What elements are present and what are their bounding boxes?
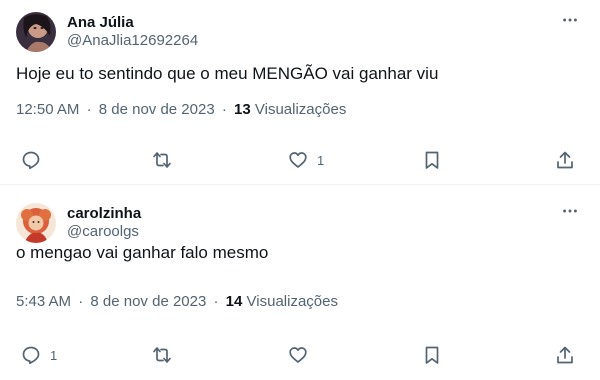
tweet-time[interactable]: 5:43 AM — [16, 293, 71, 310]
tweet-header: carolzinha @caroolgs — [16, 199, 141, 247]
bookmark-icon — [425, 151, 439, 169]
reply-button[interactable] — [21, 145, 50, 175]
like-button[interactable] — [288, 340, 317, 370]
tweet[interactable]: carolzinha @caroolgs o mengao vai ganhar… — [0, 185, 600, 380]
like-button[interactable]: 1 — [288, 145, 324, 175]
bookmark-icon — [425, 346, 439, 364]
meta-separator: · — [213, 293, 219, 310]
retweet-icon — [153, 152, 171, 168]
heart-icon — [289, 347, 307, 363]
meta-separator: · — [78, 293, 84, 310]
views-label: Visualizações — [246, 293, 338, 310]
reply-count: 1 — [50, 347, 58, 363]
user-handle[interactable]: @caroolgs — [67, 223, 141, 241]
tweet-actions: 1 — [0, 340, 600, 370]
heart-icon — [289, 152, 307, 168]
tweet-date[interactable]: 8 de nov de 2023 — [99, 101, 215, 118]
more-horizontal-icon[interactable] — [558, 10, 582, 30]
tweet[interactable]: Ana Júlia @AnaJlia12692264 Hoje eu to se… — [0, 0, 600, 185]
reply-button[interactable]: 1 — [21, 340, 57, 370]
share-button[interactable] — [555, 340, 575, 370]
retweet-icon — [153, 347, 171, 363]
reply-icon — [22, 346, 40, 365]
tweet-actions: 1 — [0, 145, 600, 175]
views-label: Visualizações — [254, 101, 347, 118]
avatar[interactable] — [16, 203, 56, 243]
tweet-header: Ana Júlia @AnaJlia12692264 — [16, 8, 198, 56]
more-horizontal-icon[interactable] — [558, 201, 582, 221]
reply-icon — [22, 151, 40, 170]
bookmark-button[interactable] — [422, 145, 442, 175]
share-icon — [557, 151, 573, 169]
share-button[interactable] — [555, 145, 575, 175]
avatar[interactable] — [16, 12, 56, 52]
meta-separator: · — [86, 101, 92, 118]
tweet-date[interactable]: 8 de nov de 2023 — [90, 293, 206, 310]
retweet-button[interactable] — [152, 145, 181, 175]
views-count: 14 — [225, 293, 243, 310]
retweet-button[interactable] — [152, 340, 181, 370]
display-name[interactable]: Ana Júlia — [67, 14, 198, 32]
like-count: 1 — [317, 152, 325, 168]
user-info: carolzinha @caroolgs — [67, 205, 141, 241]
tweet-meta: 5:43 AM · 8 de nov de 2023 · 14 Visualiz… — [16, 292, 338, 312]
share-icon — [557, 346, 573, 364]
user-handle[interactable]: @AnaJlia12692264 — [67, 32, 198, 50]
bookmark-button[interactable] — [422, 340, 442, 370]
tweet-text: o mengao vai ganhar falo mesmo — [16, 243, 269, 262]
user-info: Ana Júlia @AnaJlia12692264 — [67, 14, 198, 50]
views-count: 13 — [234, 101, 251, 118]
tweet-text: Hoje eu to sentindo que o meu MENGÃO vai… — [16, 64, 439, 83]
tweet-meta: 12:50 AM · 8 de nov de 2023 · 13 Visuali… — [16, 100, 346, 120]
display-name[interactable]: carolzinha — [67, 205, 141, 223]
meta-separator: · — [221, 101, 227, 118]
tweet-time[interactable]: 12:50 AM — [16, 101, 79, 118]
